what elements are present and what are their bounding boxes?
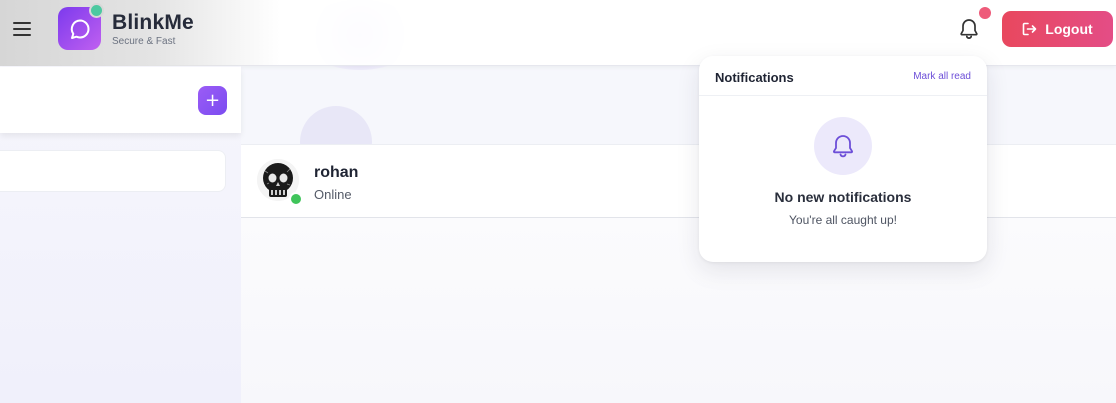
app-tagline: Secure & Fast [112, 36, 176, 47]
plus-icon: + [204, 89, 221, 111]
notifications-button[interactable] [955, 15, 983, 43]
hamburger-menu-icon [13, 22, 31, 36]
menu-button[interactable] [10, 17, 34, 41]
online-status-dot [289, 192, 303, 206]
sidebar-search-input[interactable] [0, 150, 226, 192]
logout-label: Logout [1045, 21, 1093, 37]
contact-status: Online [314, 187, 352, 202]
divider [699, 95, 987, 96]
notification-badge [979, 7, 991, 19]
notifications-title: Notifications [715, 70, 794, 85]
mark-all-read-link[interactable]: Mark all read [913, 71, 971, 82]
notifications-dropdown: Notifications Mark all read No new notif… [699, 56, 987, 262]
empty-state-subtitle: You're all caught up! [789, 213, 897, 227]
empty-state-title: No new notifications [774, 189, 912, 205]
contact-name: rohan [314, 164, 359, 181]
bell-icon [960, 19, 978, 39]
chat-bubble-icon [70, 19, 89, 39]
bell-icon [832, 135, 854, 158]
empty-state-icon-circle [814, 117, 872, 175]
logout-arrow-icon [1022, 22, 1037, 36]
logo-status-dot [89, 3, 104, 18]
new-chat-button[interactable]: + [198, 86, 227, 115]
logout-button[interactable]: Logout [1002, 11, 1113, 47]
app-title: BlinkMe [112, 11, 194, 34]
